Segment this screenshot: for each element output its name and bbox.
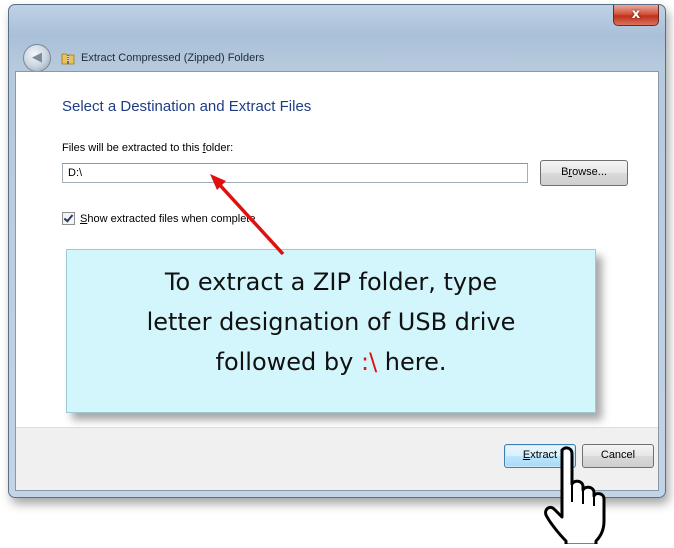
callout-line-3-pre: followed by [215,348,361,376]
callout-drive-syntax: :\ [360,348,378,376]
window-title: Extract Compressed (Zipped) Folders [81,52,265,64]
browse-button[interactable]: Browse... [540,160,628,186]
navigation-row: ◀ Extract Compressed (Zipped) Folders [23,43,651,73]
destination-label-post: older: [205,142,234,154]
zip-folder-icon [61,51,75,65]
show-files-checkbox[interactable] [62,212,75,225]
callout-line-3: followed by :\ here. [67,342,595,382]
instruction-callout: To extract a ZIP folder, type letter des… [66,249,596,413]
dialog-heading: Select a Destination and Extract Files [62,98,312,115]
destination-path-input[interactable]: D:\ [62,163,528,183]
back-arrow-icon[interactable]: ◀ [23,44,51,72]
show-files-label-post: how extracted files when complete [87,212,256,225]
destination-label-pre: Files will be extracted to this [62,142,203,154]
browse-label-post: owse... [572,166,607,178]
hand-pointer-icon [544,446,606,544]
destination-label: Files will be extracted to this folder: [62,142,233,154]
callout-line-2: letter designation of USB drive [146,308,516,336]
callout-line-3-post: here. [377,348,447,376]
show-files-option[interactable]: Show extracted files when complete [62,212,256,225]
callout-line-1: To extract a ZIP folder, type [164,268,498,296]
title-bar: x [9,5,665,41]
close-button[interactable]: x [613,5,659,26]
show-files-label: Show extracted files when complete [80,213,256,225]
